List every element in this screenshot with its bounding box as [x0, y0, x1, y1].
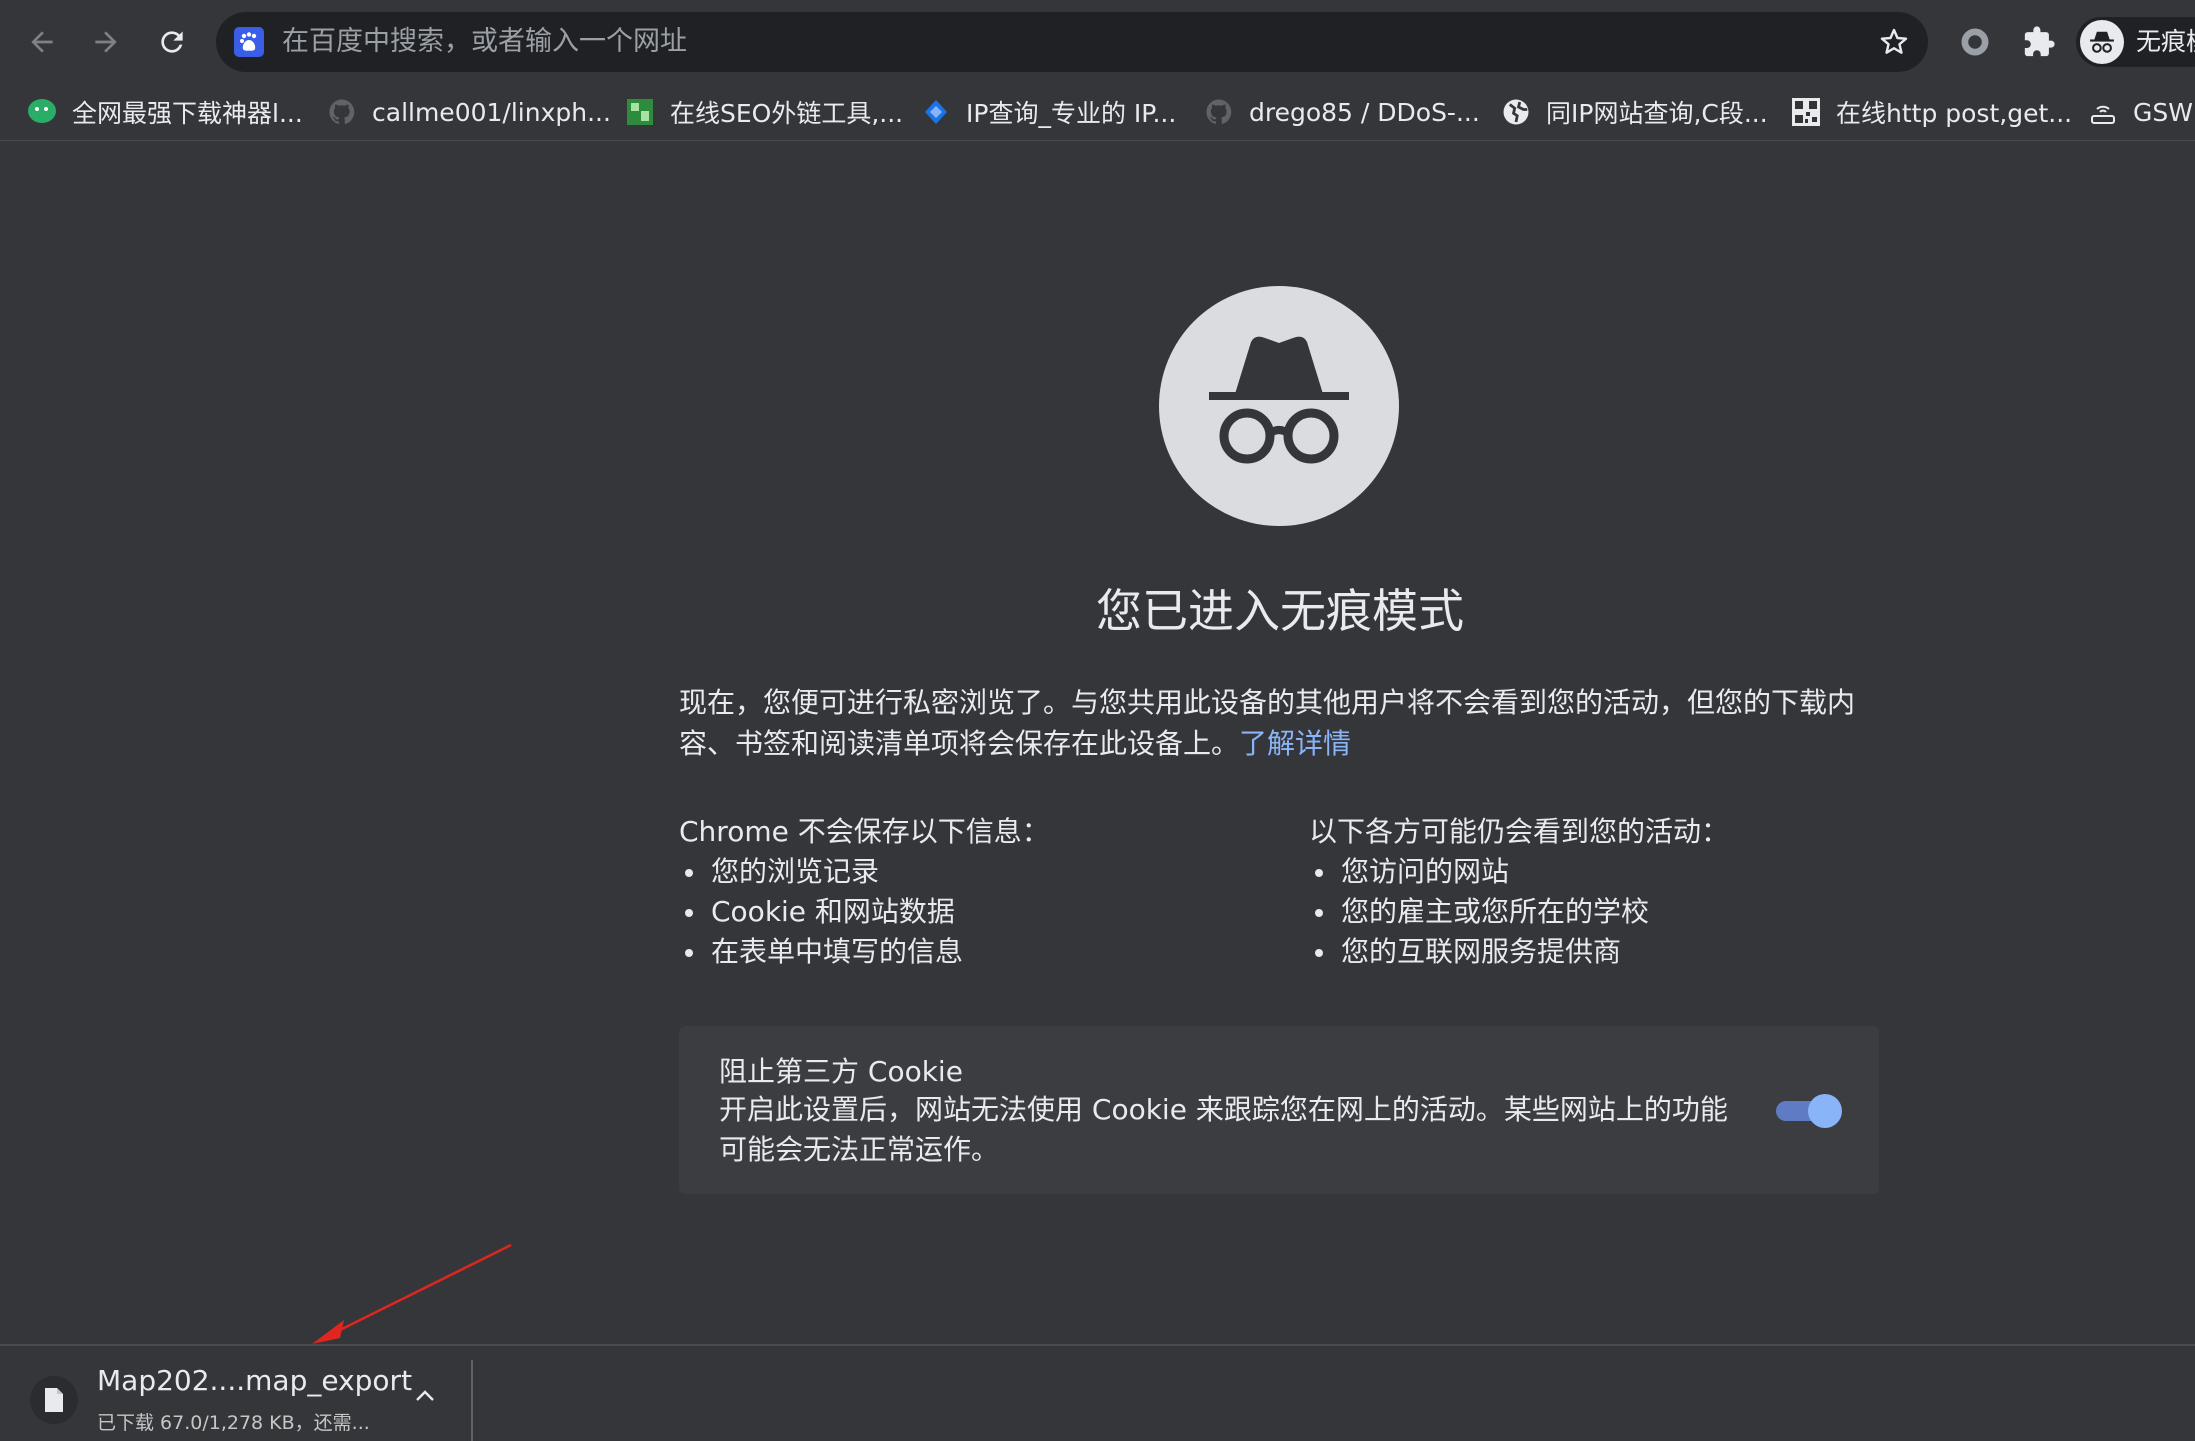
cookie-card-title: 阻止第三方 Cookie	[719, 1055, 963, 1088]
file-icon	[30, 1376, 78, 1424]
incognito-label: 无痕模式	[2136, 27, 2195, 56]
forward-arrow-icon	[95, 31, 117, 53]
bookmark-item[interactable]: IP查询_专业的 IP...	[920, 84, 1176, 140]
chevron-up-icon	[416, 1390, 434, 1401]
baidu-icon	[234, 27, 264, 57]
globe-icon	[1500, 96, 1532, 128]
bookmark-label: 同IP网站查询,C段...	[1546, 99, 1768, 128]
qr-icon	[1790, 96, 1822, 128]
wechat-icon	[26, 96, 58, 128]
router-icon	[2087, 96, 2119, 128]
bookmark-label: GSWI	[2133, 97, 2195, 127]
address-bar-placeholder: 在百度中搜索，或者输入一个网址	[282, 26, 687, 57]
bookmark-item[interactable]: 同IP网站查询,C段...	[1500, 84, 1768, 140]
download-filename[interactable]: Map202....map_export	[97, 1364, 412, 1397]
bookmark-item[interactable]: drego85 / DDoS-...	[1203, 84, 1480, 140]
puzzle-icon	[2024, 26, 2055, 57]
list-item: 您的互联网服务提供商	[1309, 932, 1649, 972]
bookmark-item[interactable]: 在线SEO外链工具,...	[624, 84, 903, 140]
bookmark-item[interactable]: callme001/linxph...	[326, 84, 611, 140]
extension-button[interactable]	[1953, 20, 1997, 64]
bookmark-star-button[interactable]	[1878, 26, 1910, 58]
bookmark-item[interactable]: 在线http post,get...	[1790, 84, 2072, 140]
toggle-knob	[1808, 1094, 1842, 1128]
learn-more-link[interactable]: 了解详情	[1239, 727, 1351, 760]
cookie-card-description: 开启此设置后，网站无法使用 Cookie 来跟踪您在网上的活动。某些网站上的功能…	[719, 1093, 1728, 1166]
list-item: 您的浏览记录	[679, 852, 963, 892]
seo-tool-icon	[624, 96, 656, 128]
not-saved-list: 您的浏览记录 Cookie 和网站数据 在表单中填写的信息	[679, 852, 963, 972]
bookmark-label: IP查询_专业的 IP...	[966, 99, 1177, 128]
address-bar[interactable]: 在百度中搜索，或者输入一个网址	[216, 12, 1928, 72]
bookmark-label: 在线SEO外链工具,...	[670, 99, 904, 128]
incognito-profile-button[interactable]: 无痕模式	[2076, 17, 2195, 67]
incognito-avatar-icon	[2080, 20, 2124, 64]
extensions-menu-button[interactable]	[2017, 20, 2061, 64]
visible-to-heading: 以下各方可能仍会看到您的活动：	[1309, 815, 1730, 848]
bookmark-label: drego85 / DDoS-...	[1249, 97, 1480, 127]
bookmark-label: 在线http post,get...	[1836, 99, 2073, 128]
incognito-hero-icon	[1159, 286, 1399, 526]
star-icon	[1880, 28, 1908, 54]
block-cookies-toggle[interactable]	[1776, 1094, 1842, 1128]
bookmark-label: 全网最强下载神器l...	[72, 99, 303, 128]
back-arrow-icon	[31, 31, 53, 53]
not-saved-heading: Chrome 不会保存以下信息：	[679, 815, 1050, 848]
list-item: 您的雇主或您所在的学校	[1309, 892, 1649, 932]
download-options-button[interactable]	[410, 1384, 440, 1408]
reload-button[interactable]	[148, 18, 196, 66]
github-icon	[326, 96, 358, 128]
list-item: 您访问的网站	[1309, 852, 1649, 892]
ip-query-icon	[920, 96, 952, 128]
incognito-description: 现在，您便可进行私密浏览了。与您共用此设备的其他用户将不会看到您的活动，但您的下…	[679, 682, 1879, 764]
incognito-title: 您已进入无痕模式	[1096, 584, 1464, 638]
bookmarks-bar: 全网最强下载神器l... callme001/linxph... 在线SEO外链…	[0, 84, 2195, 141]
download-divider	[471, 1360, 473, 1441]
browser-toolbar: 在百度中搜索，或者输入一个网址 无痕模式	[0, 0, 2195, 84]
reload-icon	[161, 31, 183, 53]
download-shelf: Map202....map_export 已下载 67.0/1,278 KB，还…	[0, 1344, 2195, 1441]
bookmark-label: callme001/linxph...	[372, 97, 611, 127]
download-status: 已下载 67.0/1,278 KB，还需...	[97, 1412, 370, 1434]
visible-to-list: 您访问的网站 您的雇主或您所在的学校 您的互联网服务提供商	[1309, 852, 1649, 972]
back-button[interactable]	[18, 18, 66, 66]
third-party-cookie-card: 阻止第三方 Cookie 开启此设置后，网站无法使用 Cookie 来跟踪您在网…	[679, 1026, 1879, 1194]
bookmark-item[interactable]: 全网最强下载神器l...	[26, 84, 303, 140]
forward-button[interactable]	[82, 18, 130, 66]
record-circle-icon	[1961, 28, 1989, 56]
list-item: Cookie 和网站数据	[679, 892, 963, 932]
list-item: 在表单中填写的信息	[679, 932, 963, 972]
github-icon	[1203, 96, 1235, 128]
bookmark-item[interactable]: GSWI	[2087, 84, 2195, 140]
